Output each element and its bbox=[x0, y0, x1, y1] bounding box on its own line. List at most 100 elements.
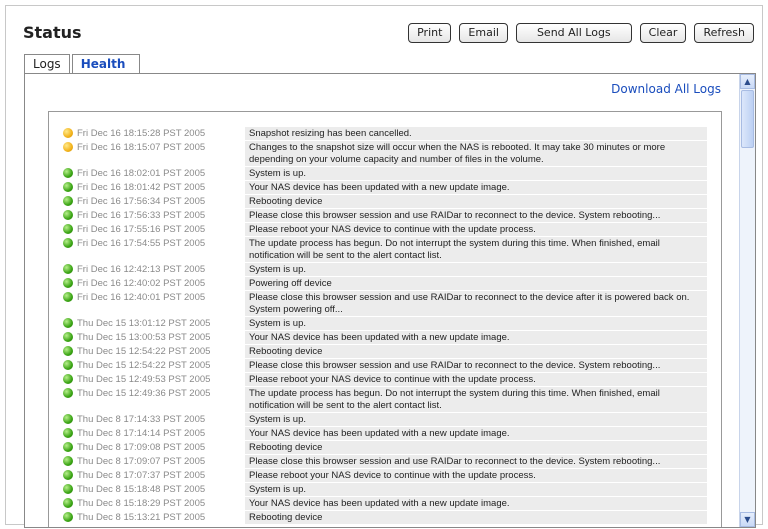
ok-status-icon bbox=[63, 196, 73, 206]
scrollbar-thumb[interactable] bbox=[741, 90, 754, 148]
warning-status-icon bbox=[63, 128, 73, 138]
log-entry: Fri Dec 16 17:54:55 PST 2005 The update p… bbox=[63, 236, 707, 262]
log-date: Thu Dec 8 15:18:29 PST 2005 bbox=[77, 496, 245, 510]
warning-status-icon bbox=[63, 142, 73, 152]
log-date: Thu Dec 8 15:13:21 PST 2005 bbox=[77, 510, 245, 524]
email-button[interactable]: Email bbox=[459, 23, 508, 43]
ok-status-icon bbox=[63, 360, 73, 370]
log-date: Thu Dec 8 17:09:08 PST 2005 bbox=[77, 440, 245, 454]
log-date: Fri Dec 16 17:55:16 PST 2005 bbox=[77, 222, 245, 236]
ok-status-icon bbox=[63, 168, 73, 178]
log-date: Thu Dec 8 17:14:14 PST 2005 bbox=[77, 426, 245, 440]
ok-status-icon bbox=[63, 346, 73, 356]
log-entry: Fri Dec 16 18:01:42 PST 2005 Your NAS dev… bbox=[63, 180, 707, 194]
log-message: Please close this browser session and us… bbox=[245, 358, 707, 372]
send-all-logs-button[interactable]: Send All Logs bbox=[515, 23, 632, 43]
download-all-logs-link[interactable]: Download All Logs bbox=[611, 82, 721, 96]
log-entry: Thu Dec 15 13:01:12 PST 2005 System is up… bbox=[63, 316, 707, 330]
scroll-up-button[interactable]: ▲ bbox=[740, 74, 755, 89]
log-message: Please close this browser session and us… bbox=[245, 208, 707, 222]
log-entry: Thu Dec 15 12:49:53 PST 2005 Please reboo… bbox=[63, 372, 707, 386]
log-message: Please reboot your NAS device to continu… bbox=[245, 222, 707, 236]
ok-status-icon bbox=[63, 484, 73, 494]
ok-status-icon bbox=[63, 224, 73, 234]
log-message: Powering off device bbox=[245, 276, 707, 290]
log-message: Your NAS device has been updated with a … bbox=[245, 180, 707, 194]
log-date: Thu Dec 8 17:14:33 PST 2005 bbox=[77, 412, 245, 426]
toolbar: Print Email Send All Logs Clear Refresh bbox=[408, 23, 754, 43]
log-entry: Fri Dec 16 18:02:01 PST 2005 System is up… bbox=[63, 166, 707, 180]
log-entry: Fri Dec 16 17:56:33 PST 2005 Please close… bbox=[63, 208, 707, 222]
ok-status-icon bbox=[63, 388, 73, 398]
status-window: Status Print Email Send All Logs Clear R… bbox=[5, 5, 763, 528]
page-title: Status bbox=[23, 23, 82, 42]
log-entry: Fri Dec 16 17:56:34 PST 2005 Rebooting de… bbox=[63, 194, 707, 208]
ok-status-icon bbox=[63, 456, 73, 466]
log-message: Changes to the snapshot size will occur … bbox=[245, 140, 707, 166]
log-entry: Thu Dec 8 15:18:29 PST 2005 Your NAS devi… bbox=[63, 496, 707, 510]
tab-health[interactable]: Health bbox=[71, 54, 141, 73]
log-message: Rebooting device bbox=[245, 510, 707, 524]
log-message: Rebooting device bbox=[245, 344, 707, 358]
log-message: Rebooting device bbox=[245, 440, 707, 454]
log-entry: Fri Dec 16 17:55:16 PST 2005 Please reboo… bbox=[63, 222, 707, 236]
log-message: The update process has begun. Do not int… bbox=[245, 236, 707, 262]
ok-status-icon bbox=[63, 414, 73, 424]
log-date: Fri Dec 16 12:40:02 PST 2005 bbox=[77, 276, 245, 290]
log-date: Fri Dec 16 18:15:07 PST 2005 bbox=[77, 140, 245, 154]
ok-status-icon bbox=[63, 238, 73, 248]
log-entry: Fri Dec 16 18:15:28 PST 2005 Snapshot res… bbox=[63, 126, 707, 140]
ok-status-icon bbox=[63, 292, 73, 302]
chevron-up-icon: ▲ bbox=[744, 77, 751, 86]
scroll-down-button[interactable]: ▼ bbox=[740, 512, 755, 527]
log-message: Please reboot your NAS device to continu… bbox=[245, 468, 707, 482]
refresh-button[interactable]: Refresh bbox=[694, 23, 754, 43]
log-date: Thu Dec 15 12:54:22 PST 2005 bbox=[77, 344, 245, 358]
log-entry: Thu Dec 8 17:09:08 PST 2005 Rebooting dev… bbox=[63, 440, 707, 454]
ok-status-icon bbox=[63, 264, 73, 274]
logs-panel: Download All Logs Fri Dec 16 18:15:28 PS… bbox=[24, 73, 756, 528]
log-entry: Thu Dec 8 17:14:14 PST 2005 Your NAS devi… bbox=[63, 426, 707, 440]
log-date: Fri Dec 16 17:56:34 PST 2005 bbox=[77, 194, 245, 208]
log-message: Your NAS device has been updated with a … bbox=[245, 496, 707, 510]
ok-status-icon bbox=[63, 498, 73, 508]
log-message: The update process has begun. Do not int… bbox=[245, 386, 707, 412]
ok-status-icon bbox=[63, 374, 73, 384]
log-date: Thu Dec 8 17:09:07 PST 2005 bbox=[77, 454, 245, 468]
ok-status-icon bbox=[63, 428, 73, 438]
log-entry: Thu Dec 8 17:14:33 PST 2005 System is up. bbox=[63, 412, 707, 426]
log-date: Thu Dec 15 13:00:53 PST 2005 bbox=[77, 330, 245, 344]
log-rows: Fri Dec 16 18:15:28 PST 2005 Snapshot res… bbox=[63, 126, 707, 524]
tab-bar: Logs Health bbox=[24, 54, 142, 74]
log-entry: Thu Dec 15 12:54:22 PST 2005 Rebooting de… bbox=[63, 344, 707, 358]
log-date: Thu Dec 8 15:18:48 PST 2005 bbox=[77, 482, 245, 496]
log-entry: Thu Dec 15 12:54:22 PST 2005 Please close… bbox=[63, 358, 707, 372]
vertical-scrollbar[interactable]: ▲ ▼ bbox=[739, 74, 755, 527]
log-entry: Thu Dec 15 13:00:53 PST 2005 Your NAS dev… bbox=[63, 330, 707, 344]
log-date: Fri Dec 16 18:01:42 PST 2005 bbox=[77, 180, 245, 194]
tab-logs[interactable]: Logs bbox=[24, 54, 70, 74]
ok-status-icon bbox=[63, 470, 73, 480]
log-message: System is up. bbox=[245, 316, 707, 330]
log-entry: Thu Dec 8 15:13:21 PST 2005 Rebooting dev… bbox=[63, 510, 707, 524]
log-list: Fri Dec 16 18:15:28 PST 2005 Snapshot res… bbox=[48, 111, 722, 527]
log-entry: Thu Dec 15 12:49:36 PST 2005 The update p… bbox=[63, 386, 707, 412]
print-button[interactable]: Print bbox=[408, 23, 452, 43]
log-date: Fri Dec 16 18:15:28 PST 2005 bbox=[77, 126, 245, 140]
log-date: Thu Dec 8 17:07:37 PST 2005 bbox=[77, 468, 245, 482]
log-entry: Thu Dec 8 15:18:48 PST 2005 System is up. bbox=[63, 482, 707, 496]
log-message: Snapshot resizing has been cancelled. bbox=[245, 126, 707, 140]
log-message: Rebooting device bbox=[245, 194, 707, 208]
chevron-down-icon: ▼ bbox=[744, 515, 751, 524]
ok-status-icon bbox=[63, 278, 73, 288]
log-message: System is up. bbox=[245, 166, 707, 180]
log-date: Fri Dec 16 18:02:01 PST 2005 bbox=[77, 166, 245, 180]
ok-status-icon bbox=[63, 318, 73, 328]
log-date: Fri Dec 16 12:40:01 PST 2005 bbox=[77, 290, 245, 304]
log-date: Fri Dec 16 12:42:13 PST 2005 bbox=[77, 262, 245, 276]
ok-status-icon bbox=[63, 210, 73, 220]
log-entry: Thu Dec 8 17:07:37 PST 2005 Please reboot… bbox=[63, 468, 707, 482]
ok-status-icon bbox=[63, 442, 73, 452]
log-date: Thu Dec 15 12:49:53 PST 2005 bbox=[77, 372, 245, 386]
clear-button[interactable]: Clear bbox=[639, 23, 687, 43]
